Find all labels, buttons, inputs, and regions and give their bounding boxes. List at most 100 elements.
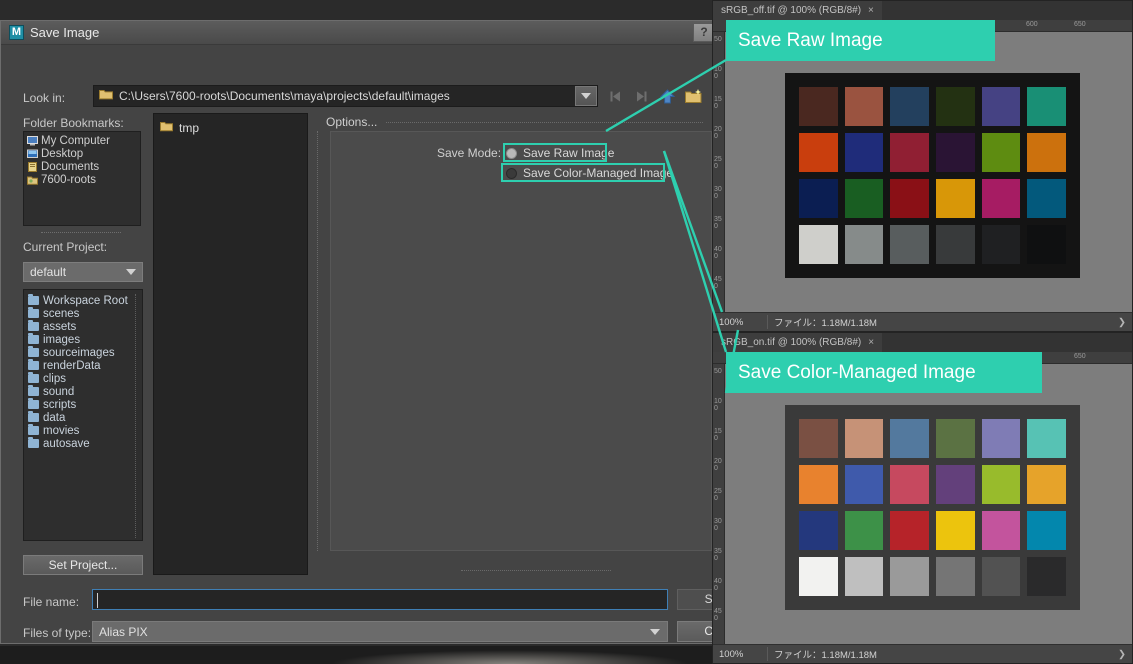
color-swatch [890,557,929,596]
bookmark-item[interactable]: My Computer [24,134,140,147]
tree-item-movies[interactable]: movies [24,424,142,437]
desktop-glow [330,650,690,664]
bookmark-label: Documents [41,160,100,173]
folder-icon [28,398,39,409]
tree-item-workspace-root[interactable]: Workspace Root [24,294,142,307]
forward-icon[interactable] [629,85,653,107]
canvas-color-managed[interactable] [725,364,1132,644]
current-project-select[interactable]: default [23,262,143,282]
tab-srgb-off[interactable]: sRGB_off.tif @ 100% (RGB/8#) × [713,1,882,20]
parent-directory-icon[interactable] [655,85,679,107]
color-swatch [799,557,838,596]
tree-item-sourceimages[interactable]: sourceimages [24,346,142,359]
color-swatch [844,419,884,458]
new-folder-icon[interactable] [682,85,706,107]
file-name-input[interactable] [92,589,668,610]
ruler-tick: 400 [714,578,722,592]
dialog-titlebar[interactable]: M Save Image ? [1,21,721,45]
ruler-tick: 50 [714,368,722,375]
folder-icon [28,307,39,318]
tree-item-images[interactable]: images [24,333,142,346]
ruler-tick: 150 [714,96,722,110]
tree-item-autosave[interactable]: autosave [24,437,142,450]
zoom-level[interactable]: 100% [713,317,767,328]
color-swatch [1027,557,1066,596]
tree-item-renderdata[interactable]: renderData [24,359,142,372]
panel-splitter[interactable] [317,131,321,551]
set-project-button[interactable]: Set Project... [23,555,143,575]
tree-item-assets[interactable]: assets [24,320,142,333]
viewer-tabbar: sRGB_on.tif @ 100% (RGB/8#) × [713,333,1132,352]
color-swatch [890,419,929,458]
close-icon[interactable]: × [868,5,874,16]
chevron-right-icon[interactable]: ❯ [1112,317,1132,328]
current-project-label: Current Project: [23,240,108,254]
tree-item-clips[interactable]: clips [24,372,142,385]
tree-item-label: assets [43,320,77,333]
bookmark-item[interactable]: Documents [24,160,140,173]
tree-item-label: sourceimages [43,346,115,359]
color-swatch [890,465,929,504]
folder-bookmarks-list[interactable]: My Computer Desktop Documents 7600-roots [23,131,141,226]
tree-item-scenes[interactable]: scenes [24,307,142,320]
divider [461,570,611,571]
tree-item-sound[interactable]: sound [24,385,142,398]
color-swatch [936,557,975,596]
files-of-type-select[interactable]: Alias PIX [92,621,668,642]
user-folder-icon [27,175,38,185]
close-icon[interactable]: × [868,337,874,348]
computer-icon [27,135,38,146]
file-name-label: File name: [23,595,80,609]
ruler-tick: 200 [714,126,722,140]
ruler-tick: 650 [1074,21,1086,28]
folder-icon [28,359,39,370]
ruler-tick: 600 [1026,21,1038,28]
list-item[interactable]: tmp [160,120,307,136]
folder-icon [160,121,173,135]
color-swatch [799,511,838,550]
color-swatch [799,133,838,172]
bookmark-item[interactable]: Desktop [24,147,140,160]
swatch-grid [799,87,1066,264]
project-folder-tree[interactable]: Workspace Root scenes assets images sour… [23,289,143,541]
canvas-raw[interactable] [725,32,1132,312]
zoom-level[interactable]: 100% [713,649,767,660]
color-swatch [844,465,884,504]
tree-item-label: data [43,411,66,424]
chevron-down-icon[interactable] [645,625,665,639]
color-swatch [799,87,838,126]
tree-item-data[interactable]: data [24,411,142,424]
tab-srgb-on[interactable]: sRGB_on.tif @ 100% (RGB/8#) × [713,333,883,352]
chevron-down-icon[interactable] [121,264,141,280]
back-icon[interactable] [603,85,627,107]
color-swatch [981,419,1021,458]
color-swatch [936,511,975,550]
file-browser-list[interactable]: tmp [153,113,308,575]
color-swatch [1027,133,1066,172]
scrollbar[interactable] [135,294,140,538]
chevron-right-icon[interactable]: ❯ [1112,649,1132,660]
color-swatch [799,419,838,458]
look-in-path-value: C:\Users\7600-roots\Documents\maya\proje… [119,89,450,103]
file-size-status: ファイル：1.18M/1.18M [767,647,1112,661]
tab-label: sRGB_off.tif @ 100% (RGB/8#) [721,5,862,16]
chevron-down-icon[interactable] [575,86,597,106]
folder-bookmarks-label: Folder Bookmarks: [23,116,124,130]
save-mode-label: Save Mode: [437,146,502,160]
color-swatch [799,225,838,264]
tab-label: sRGB_on.tif @ 100% (RGB/8#) [721,337,862,348]
folder-icon [28,385,39,396]
tree-item-scripts[interactable]: scripts [24,398,142,411]
ruler-tick: 250 [714,156,722,170]
tree-item-label: scripts [43,398,77,411]
folder-icon [99,89,113,103]
folder-icon [28,437,39,448]
folder-icon [28,333,39,344]
bookmark-item[interactable]: 7600-roots [24,173,140,186]
look-in-path-combo[interactable]: C:\Users\7600-roots\Documents\maya\proje… [93,85,598,107]
color-swatch [799,465,838,504]
color-swatch [890,225,929,264]
ruler-tick: 300 [714,518,722,532]
vertical-ruler: 50 100 150 200 250 300 350 400 450 [713,32,725,312]
ruler-tick: 350 [714,216,722,230]
